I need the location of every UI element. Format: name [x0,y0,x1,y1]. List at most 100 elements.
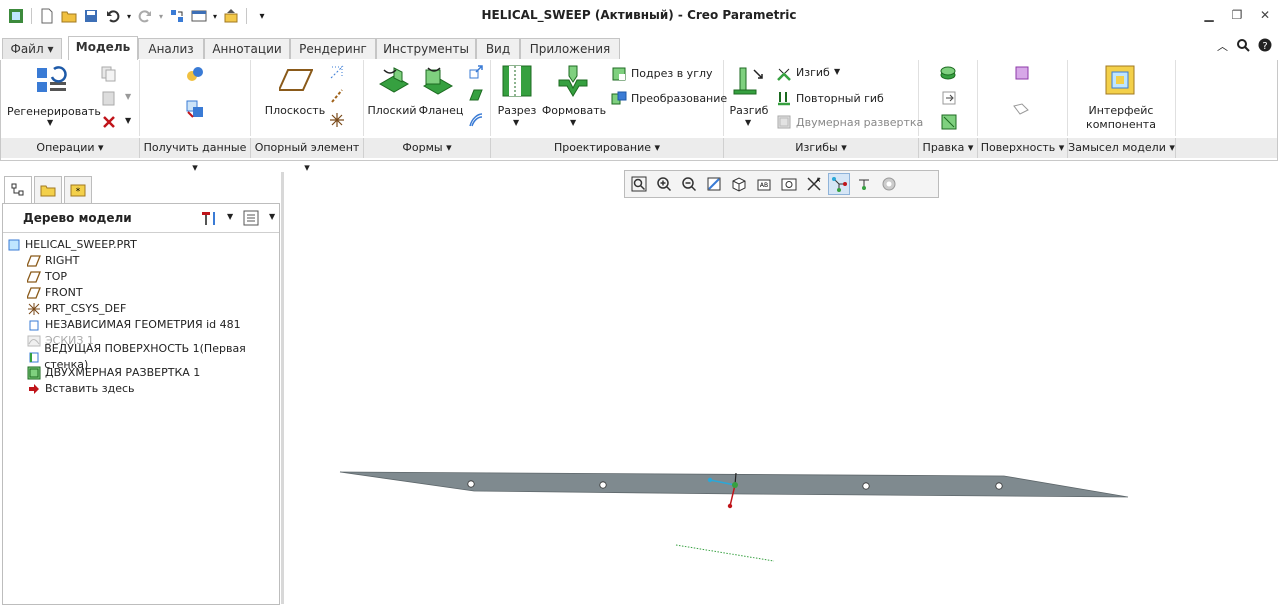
cut-dropdown-icon[interactable]: ▼ [513,118,519,127]
bend-back-icon[interactable] [776,90,792,109]
help-icon[interactable]: ? [1258,38,1272,55]
tab-applications[interactable]: Приложения [520,38,620,59]
point-display-icon[interactable] [853,173,875,195]
component-interface-button[interactable]: Интерфейс компонента [1072,104,1170,132]
regenerate-dropdown-icon[interactable]: ▼ [47,118,53,127]
flat-pattern-icon[interactable] [776,114,792,133]
bend-dropdown-icon[interactable]: ▼ [834,67,840,76]
tab-tools[interactable]: Инструменты [376,38,476,59]
datum-axis-icon[interactable] [329,64,345,83]
coordinate-system-icon[interactable] [329,112,345,131]
datum-plane-icon[interactable] [277,68,314,95]
tree-item-flat-pattern[interactable]: ДВУХМЕРНАЯ РАЗВЕРТКА 1 [27,365,200,381]
copy-icon[interactable] [101,66,117,85]
form-icon[interactable] [557,64,589,101]
tree-item-csys[interactable]: PRT_CSYS_DEF [27,301,126,317]
mirror-icon[interactable] [941,90,957,109]
planar-wall-icon[interactable] [378,64,410,99]
pattern-icon[interactable] [939,65,957,84]
datum-curve-icon[interactable] [329,88,345,107]
tree-item-independent-geometry[interactable]: НЕЗАВИСИМАЯ ГЕОМЕТРИЯ id 481 [27,317,241,333]
form-button[interactable]: Формовать [541,104,607,117]
user-defined-feature-icon[interactable] [186,66,204,85]
copy-geometry-icon[interactable] [186,100,204,121]
repaint-icon[interactable] [703,173,725,195]
restore-icon[interactable]: ❐ [1228,6,1246,24]
tree-item-front[interactable]: FRONT [27,285,83,301]
tree-item-top[interactable]: TOP [27,269,67,285]
flange-wall-icon[interactable] [422,64,454,99]
folder-browser-tab-icon[interactable] [34,176,62,204]
settings-tools-icon[interactable] [201,210,219,229]
group-label-design-intent[interactable]: Замысел модели ▾ [1068,138,1176,158]
show-options-icon[interactable] [243,210,259,229]
tab-annotations[interactable]: Аннотации [204,38,290,59]
close-icon[interactable]: ✕ [1256,6,1274,24]
extrude-wall-icon[interactable] [468,88,484,107]
corner-relief-button[interactable]: Подрез в углу [631,67,713,80]
paste-dropdown-icon[interactable]: ▼ [125,92,131,101]
extend-wall-icon[interactable] [468,64,484,83]
conversion-icon[interactable] [611,90,627,109]
cut-icon[interactable] [501,64,533,101]
favorites-tab-icon[interactable]: * [64,176,92,204]
regenerate-icon[interactable] [37,66,69,99]
tab-model[interactable]: Модель [68,36,138,60]
group-label-engineering[interactable]: Проектирование ▾ [491,138,724,158]
corner-relief-icon[interactable] [611,66,627,85]
group-label-get-data[interactable]: Получить данные ▾ [140,138,251,174]
show-dropdown-icon[interactable]: ▼ [269,212,275,221]
tree-item-part[interactable]: HELICAL_SWEEP.PRT [7,237,137,253]
graphics-window[interactable] [284,200,1278,604]
saved-orientations-icon[interactable]: AB [753,173,775,195]
display-style-icon[interactable] [728,173,750,195]
unbend-icon[interactable] [732,64,766,99]
search-icon[interactable] [1236,38,1250,55]
bend-back-button[interactable]: Повторный гиб [796,92,884,105]
conversion-button[interactable]: Преобразование [631,92,727,105]
group-label-datum[interactable]: Опорный элемент ▾ [251,138,364,174]
delete-dropdown-icon[interactable]: ▼ [125,116,131,125]
tree-item-insert-here[interactable]: Вставить здесь [27,381,135,397]
group-label-bends[interactable]: Изгибы ▾ [724,138,919,158]
component-interface-icon[interactable] [1104,64,1136,99]
tab-rendering[interactable]: Рендеринг [290,38,376,59]
annotation-display-icon[interactable] [878,173,900,195]
view-manager-icon[interactable] [778,173,800,195]
bend-icon[interactable] [776,66,792,85]
model-tree-tab-icon[interactable] [4,176,32,204]
cut-button[interactable]: Разрез [493,104,541,117]
tab-view[interactable]: Вид [476,38,520,59]
tree-item-primary-wall[interactable]: ВЕДУЩАЯ ПОВЕРХНОСТЬ 1(Первая стенка) [27,342,279,371]
minimize-icon[interactable]: ▁ [1200,6,1218,24]
group-label-shapes[interactable]: Формы ▾ [364,138,491,158]
merge-walls-icon[interactable] [941,114,957,133]
plane-button[interactable]: Плоскость [255,104,335,117]
settings-dropdown-icon[interactable]: ▼ [227,212,233,221]
datum-display-icon[interactable]: A [803,173,825,195]
planar-button[interactable]: Плоский [366,104,418,117]
tree-item-right[interactable]: RIGHT [27,253,79,269]
regenerate-button[interactable]: Регенерировать [7,105,101,118]
bend-button[interactable]: Изгиб [796,66,830,79]
unbend-button[interactable]: Разгиб [726,104,772,117]
minimize-ribbon-icon[interactable]: ︿ [1217,38,1228,55]
delete-icon[interactable] [101,114,117,133]
paste-icon[interactable] [101,90,117,109]
tab-analysis[interactable]: Анализ [138,38,204,59]
group-label-edit[interactable]: Правка ▾ [919,138,978,158]
group-label-operations[interactable]: Операции ▾ [1,138,140,158]
zoom-in-icon[interactable] [653,173,675,195]
boundary-surface-icon[interactable] [1012,102,1030,119]
flange-button[interactable]: Фланец [416,104,466,117]
blend-wall-icon[interactable] [468,112,484,131]
tab-file[interactable]: Файл ▾ [2,38,62,59]
fill-surface-icon[interactable] [1014,65,1030,84]
form-dropdown-icon[interactable]: ▼ [570,118,576,127]
zoom-out-icon[interactable] [678,173,700,195]
group-label-surface[interactable]: Поверхность ▾ [978,138,1068,158]
flat-pattern-button[interactable]: Двумерная развертка [796,116,923,129]
unbend-dropdown-icon[interactable]: ▼ [745,118,751,127]
csys-display-icon[interactable] [828,173,850,195]
refit-icon[interactable] [628,173,650,195]
